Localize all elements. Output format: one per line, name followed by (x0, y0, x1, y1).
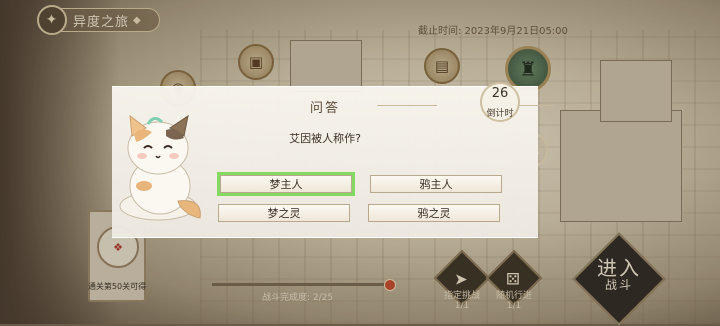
quiz-option-1[interactable]: 梦主人 (220, 175, 352, 193)
quiz-option-3[interactable]: 梦之灵 (218, 204, 350, 222)
quiz-option-4[interactable]: 鸦之灵 (368, 204, 500, 222)
quiz-option-2[interactable]: 鸦主人 (370, 175, 502, 193)
countdown-value: 26 (491, 86, 509, 101)
countdown-label: 倒计时 (486, 109, 514, 119)
cat-mascot (119, 114, 201, 221)
